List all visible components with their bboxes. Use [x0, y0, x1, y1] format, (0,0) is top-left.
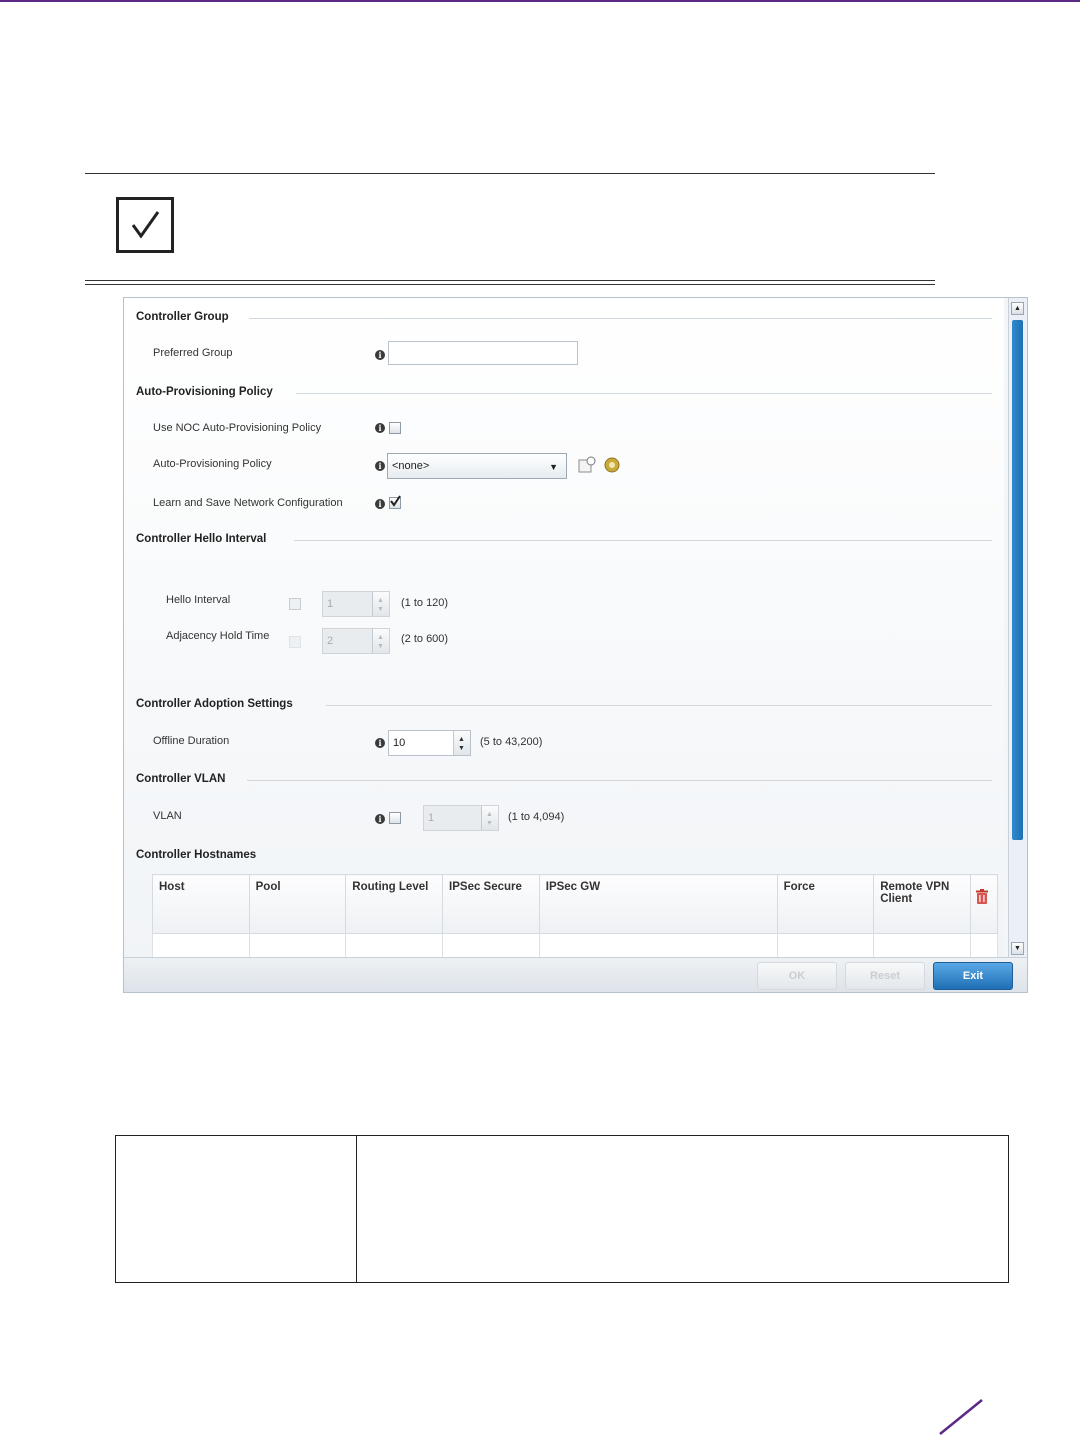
offline-duration-stepper[interactable]: 10 ▲ ▼: [388, 730, 471, 756]
chevron-down-icon: ▼: [549, 462, 558, 472]
trash-icon[interactable]: [975, 889, 989, 905]
column-header-ipsec-secure[interactable]: IPSec Secure: [442, 874, 540, 934]
stepper-arrows[interactable]: ▲ ▼: [481, 806, 498, 830]
section-controller-hostnames: Controller Hostnames: [136, 849, 257, 861]
info-icon[interactable]: i: [375, 423, 385, 433]
stepper-value: 10: [393, 737, 406, 749]
preferred-group-label: Preferred Group: [153, 347, 233, 359]
preferred-group-input[interactable]: [388, 341, 578, 365]
exit-button[interactable]: Exit: [933, 962, 1013, 990]
column-header-routing-level[interactable]: Routing Level: [345, 874, 444, 934]
info-icon[interactable]: i: [375, 738, 385, 748]
table-header-row: Host Pool Routing Level IPSec Secure IPS…: [152, 874, 999, 934]
gear-icon[interactable]: [602, 455, 622, 475]
scroll-thumb[interactable]: [1012, 320, 1023, 840]
adjacency-hold-time-label: Adjacency Hold Time: [166, 630, 270, 642]
page-top-rule: [0, 0, 1080, 2]
stepper-value: 1: [428, 812, 435, 824]
ok-button[interactable]: OK: [757, 962, 837, 990]
table-column-divider: [356, 1136, 357, 1282]
vertical-scrollbar[interactable]: ▲ ▼: [1008, 298, 1027, 958]
learn-save-checkbox[interactable]: [389, 495, 401, 509]
vlan-checkbox[interactable]: [389, 812, 401, 824]
info-icon[interactable]: i: [375, 350, 385, 360]
adjacency-hold-time-range: (2 to 600): [401, 633, 449, 645]
note-top-rule: [85, 173, 935, 174]
info-icon[interactable]: i: [375, 461, 385, 471]
use-noc-label: Use NOC Auto-Provisioning Policy: [153, 422, 322, 434]
adjacency-hold-time-stepper[interactable]: 2 ▲ ▼: [322, 628, 390, 654]
column-header-ipsec-gw[interactable]: IPSec GW: [538, 874, 778, 934]
use-noc-checkbox[interactable]: [389, 422, 401, 434]
stepper-arrows[interactable]: ▲ ▼: [372, 592, 389, 616]
auto-provisioning-policy-select[interactable]: <none> ▼: [387, 453, 567, 479]
stepper-value: 2: [327, 635, 334, 647]
scroll-down-button[interactable]: ▼: [1011, 942, 1024, 955]
section-divider: [249, 318, 992, 319]
note-box: [116, 197, 174, 253]
hello-interval-checkbox[interactable]: [289, 598, 301, 610]
vlan-label: VLAN: [153, 810, 182, 822]
section-divider: [247, 780, 992, 781]
controller-settings-window: Controller Group Preferred Group i Auto-…: [123, 297, 1028, 993]
hello-interval-range: (1 to 120): [401, 597, 449, 609]
page-corner-slash-mark: [939, 1399, 983, 1435]
selected-value: <none>: [392, 460, 430, 472]
section-hello-interval: Controller Hello Interval: [136, 533, 267, 545]
column-header-delete[interactable]: [969, 874, 999, 934]
column-header-host[interactable]: Host: [152, 874, 250, 934]
stepper-value: 1: [327, 598, 334, 610]
hello-interval-label: Hello Interval: [166, 594, 231, 606]
stepper-arrows[interactable]: ▲ ▼: [453, 731, 470, 755]
section-divider: [294, 540, 992, 541]
column-header-force[interactable]: Force: [776, 874, 875, 934]
vlan-range: (1 to 4,094): [508, 811, 565, 823]
hello-interval-stepper[interactable]: 1 ▲ ▼: [322, 591, 390, 617]
description-table: [115, 1135, 1009, 1283]
vlan-stepper[interactable]: 1 ▲ ▼: [423, 805, 499, 831]
section-controller-vlan: Controller VLAN: [136, 773, 226, 785]
learn-save-label: Learn and Save Network Configuration: [153, 497, 343, 509]
info-icon[interactable]: i: [375, 814, 385, 824]
section-controller-group: Controller Group: [136, 311, 229, 323]
info-icon[interactable]: i: [375, 499, 385, 509]
section-divider: [296, 393, 992, 394]
column-header-pool[interactable]: Pool: [248, 874, 347, 934]
footer-bar: OK Reset Exit: [124, 957, 1027, 992]
offline-duration-label: Offline Duration: [153, 735, 230, 747]
checkmark-icon: [131, 211, 160, 239]
create-policy-icon[interactable]: [577, 455, 597, 475]
note-bottom-rule: [85, 280, 935, 285]
section-auto-provisioning: Auto-Provisioning Policy: [136, 386, 273, 398]
section-divider: [326, 705, 992, 706]
adjacency-hold-time-checkbox[interactable]: [289, 636, 301, 648]
checkmark-icon: [390, 495, 401, 507]
form-content: Controller Group Preferred Group i Auto-…: [124, 298, 1004, 977]
column-header-remote-vpn-client[interactable]: Remote VPN Client: [873, 874, 971, 934]
stepper-arrows[interactable]: ▲ ▼: [372, 629, 389, 653]
section-adoption-settings: Controller Adoption Settings: [136, 698, 293, 710]
auto-provisioning-policy-label: Auto-Provisioning Policy: [153, 458, 272, 470]
scroll-up-button[interactable]: ▲: [1011, 302, 1024, 315]
offline-duration-range: (5 to 43,200): [480, 736, 543, 748]
reset-button[interactable]: Reset: [845, 962, 925, 990]
